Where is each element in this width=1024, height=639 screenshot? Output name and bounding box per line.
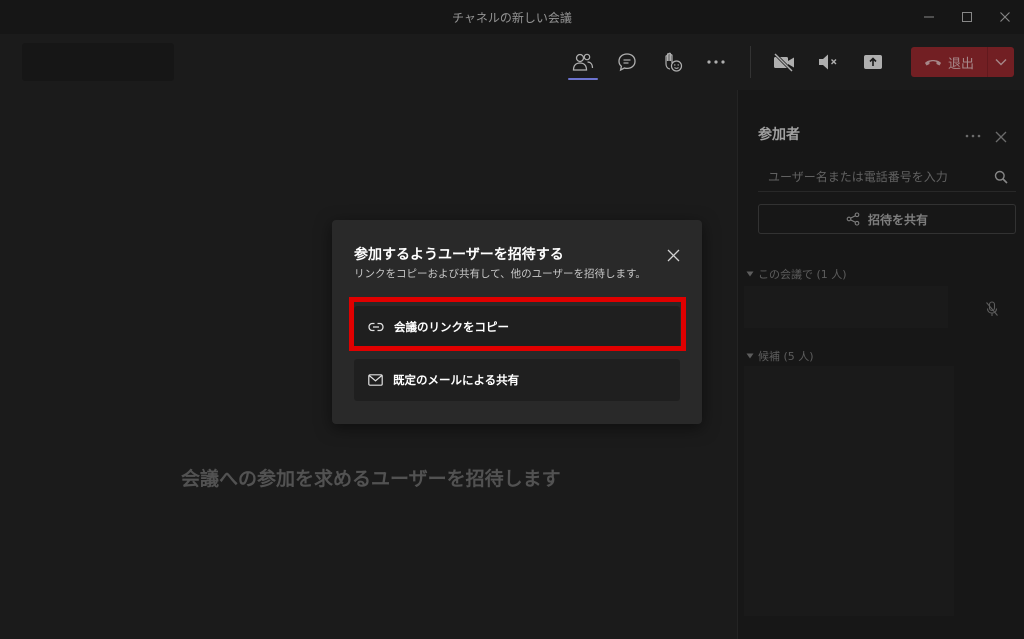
invite-dialog: 参加するようユーザーを招待する リンクをコピーおよび共有して、他のユーザーを招待… <box>332 220 702 424</box>
share-via-email-button[interactable]: 既定のメールによる共有 <box>354 359 680 401</box>
link-icon <box>368 322 384 332</box>
dialog-close-button[interactable] <box>662 244 684 266</box>
share-via-email-label: 既定のメールによる共有 <box>393 373 520 387</box>
dialog-subtitle: リンクをコピーおよび共有して、他のユーザーを招待します。 <box>354 268 646 280</box>
copy-meeting-link-label: 会議のリンクをコピー <box>394 320 509 334</box>
dialog-title: 参加するようユーザーを招待する <box>354 247 564 263</box>
close-icon <box>667 249 679 261</box>
mail-icon <box>368 374 383 386</box>
copy-meeting-link-button[interactable]: 会議のリンクをコピー <box>354 306 680 348</box>
